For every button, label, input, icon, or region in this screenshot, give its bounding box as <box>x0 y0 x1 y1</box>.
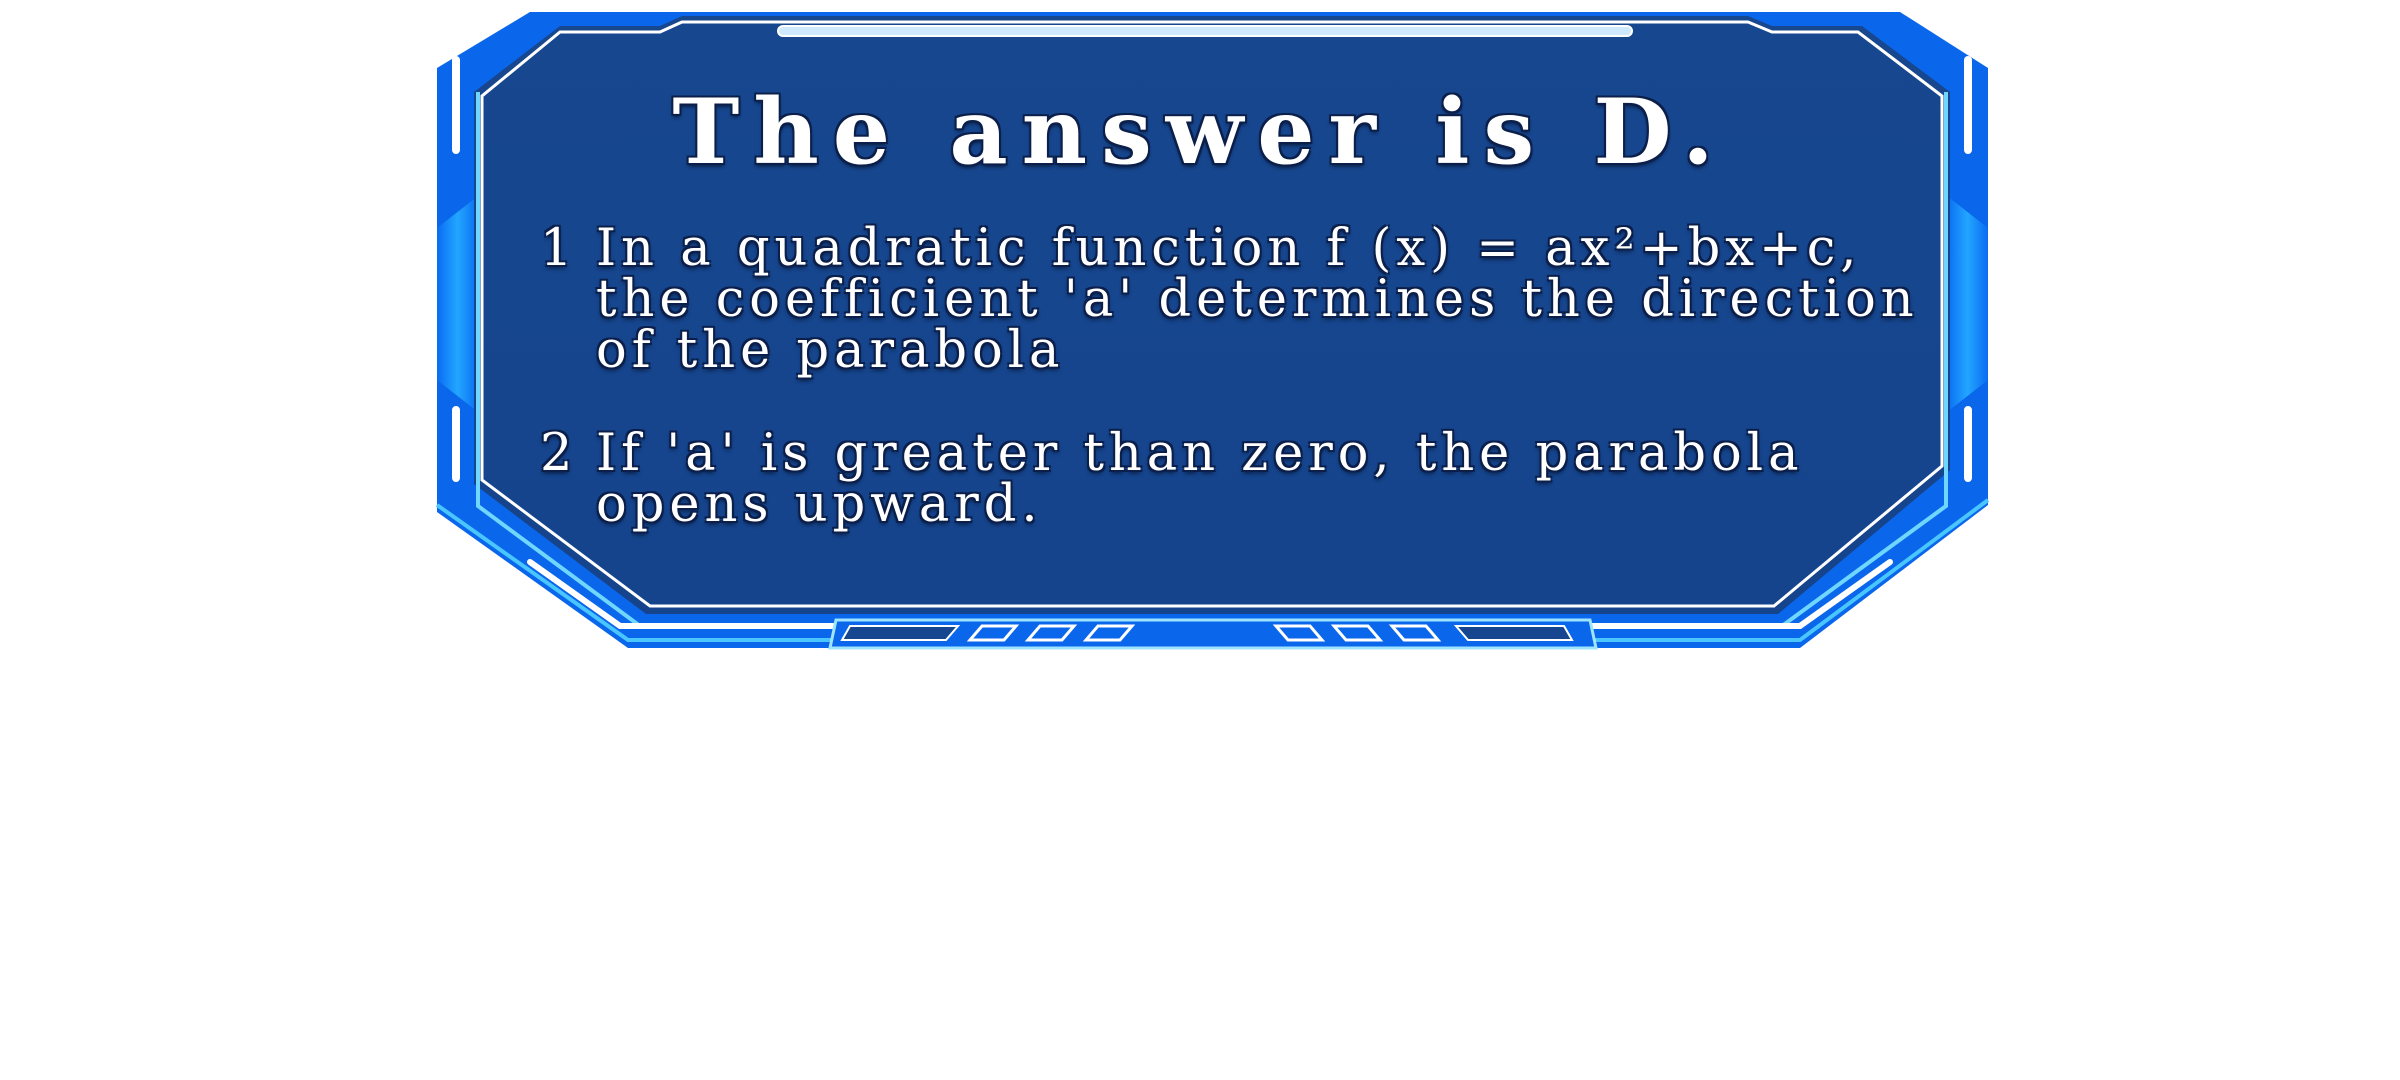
item-line: In a quadratic function f (x) = ax²+bx+c… <box>596 219 1862 278</box>
item-text: In a quadratic function f (x) = ax²+bx+c… <box>596 223 1920 376</box>
item-number: 2 <box>540 424 578 483</box>
frame-left-glow <box>437 196 478 412</box>
item-text: If 'a' is greater than zero, the parabol… <box>596 428 1920 530</box>
item-line: opens upward. <box>596 475 1043 534</box>
frame-top-bar <box>777 25 1633 37</box>
quiz-screen: The answer is D. 1 In a quadratic functi… <box>0 0 2400 1080</box>
tab-block-right <box>1453 625 1574 641</box>
frame-right-glow <box>1947 196 1988 412</box>
item-line: If 'a' is greater than zero, the parabol… <box>596 424 1804 483</box>
tab-block-left <box>840 625 961 641</box>
item-number: 1 <box>540 219 578 278</box>
explanation-item-1: 1 In a quadratic function f (x) = ax²+bx… <box>540 223 1920 376</box>
item-line: the coefficient 'a' determines the direc… <box>596 270 1919 329</box>
item-line: of the parabola <box>596 321 1065 380</box>
explanation-item-2: 2 If 'a' is greater than zero, the parab… <box>540 428 1920 530</box>
answer-title: The answer is D. <box>672 79 1728 185</box>
